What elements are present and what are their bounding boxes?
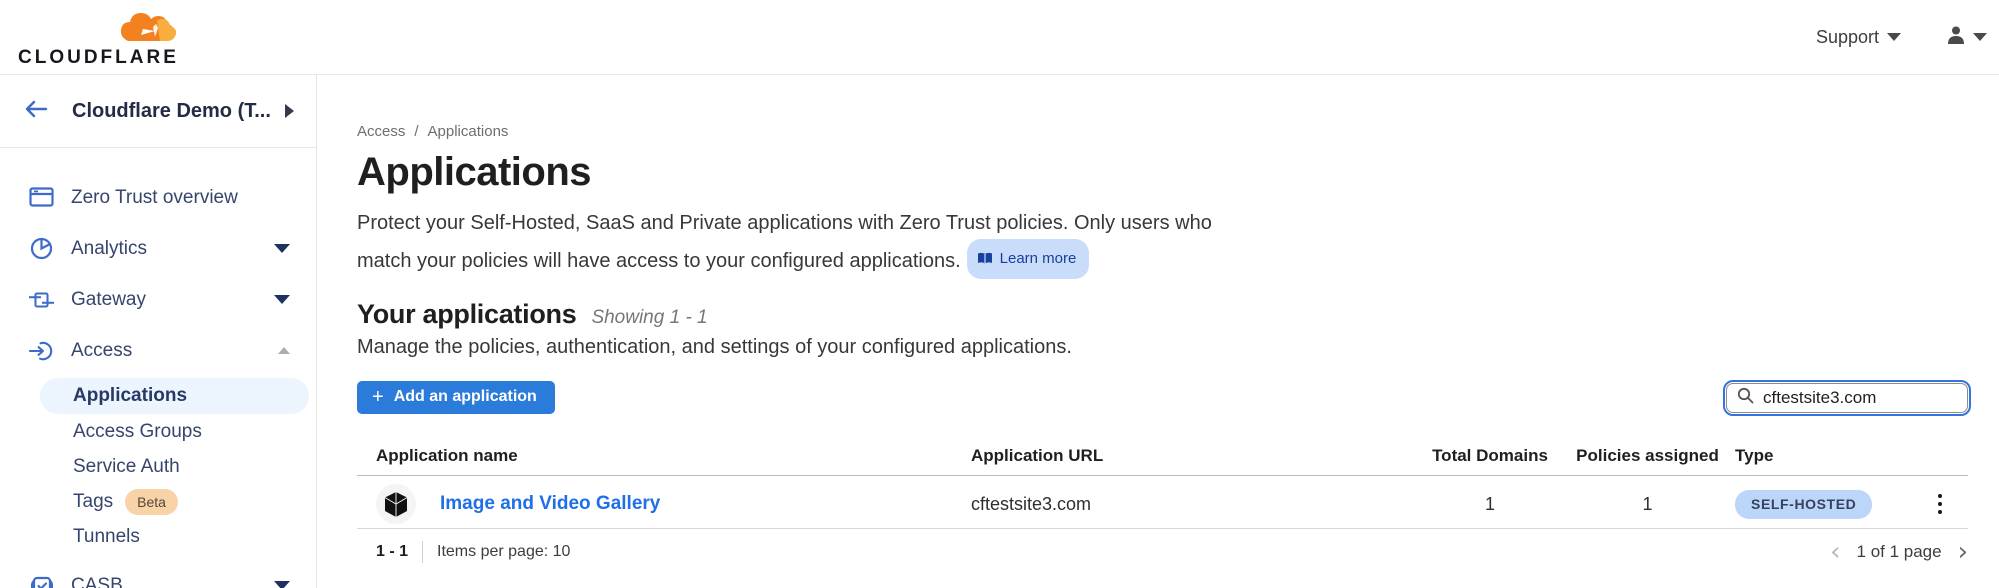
cloudflare-logo-text: CLOUDFLARE <box>18 49 179 67</box>
sidebar-item-label: Zero Trust overview <box>71 187 238 209</box>
sidebar-item-applications[interactable]: Applications <box>40 378 309 414</box>
access-subnav: Applications Access Groups Service Auth … <box>0 376 316 560</box>
type-badge: SELF-HOSTED <box>1735 490 1872 519</box>
sidebar-item-access[interactable]: Access <box>0 325 316 376</box>
column-header-policies-assigned: Policies assigned <box>1560 446 1735 466</box>
table-header-row: Application name Application URL Total D… <box>357 440 1968 476</box>
table-footer: 1 - 1 Items per page: 10 ‹ 1 of 1 page › <box>357 541 1968 563</box>
overview-window-icon <box>29 187 54 209</box>
account-name: Cloudflare Demo (T... <box>72 100 271 123</box>
subnav-item-label: Service Auth <box>73 456 180 478</box>
row-actions-kebab-icon[interactable] <box>1934 490 1946 518</box>
sidebar-item-zero-trust-overview[interactable]: Zero Trust overview <box>0 172 316 223</box>
column-header-total-domains: Total Domains <box>1420 446 1560 466</box>
chevron-down-icon <box>274 244 290 253</box>
search-icon <box>1737 387 1754 409</box>
sidebar-item-access-groups[interactable]: Access Groups <box>0 414 316 449</box>
section-head: Your applications Showing 1 - 1 <box>357 299 1968 330</box>
sidebar-nav: Zero Trust overview Analytics <box>0 148 316 588</box>
column-header-type: Type <box>1735 446 1900 466</box>
sidebar-item-service-auth[interactable]: Service Auth <box>0 449 316 484</box>
account-switcher[interactable]: Cloudflare Demo (T... <box>0 75 316 148</box>
sidebar-item-tunnels[interactable]: Tunnels <box>0 519 316 554</box>
items-per-page: Items per page: 10 <box>437 543 570 561</box>
user-icon <box>1945 24 1967 51</box>
main-content: Access / Applications Applications Prote… <box>317 75 1999 588</box>
subnav-item-label: Access Groups <box>73 421 202 443</box>
support-menu[interactable]: Support <box>1816 27 1901 48</box>
subnav-item-label: Tunnels <box>73 526 140 548</box>
next-page-chevron-icon[interactable]: › <box>1958 542 1968 562</box>
applications-table: Application name Application URL Total D… <box>357 440 1968 529</box>
sidebar-item-label: Analytics <box>71 238 147 260</box>
analytics-pie-icon <box>29 238 54 260</box>
chevron-down-icon <box>274 295 290 304</box>
sidebar-item-label: Access <box>71 340 132 362</box>
application-url-cell: cftestsite3.com <box>971 494 1420 515</box>
application-cube-icon <box>376 484 416 524</box>
subnav-item-label: Tags <box>73 491 113 513</box>
column-header-application-name: Application name <box>376 446 971 466</box>
search-box[interactable] <box>1726 383 1968 413</box>
add-application-button[interactable]: + Add an application <box>357 381 555 414</box>
chevron-down-icon <box>1973 33 1987 41</box>
sidebar-item-analytics[interactable]: Analytics <box>0 223 316 274</box>
chevron-down-icon <box>274 581 290 588</box>
table-row: Image and Video Gallery cftestsite3.com … <box>357 476 1968 529</box>
sidebar-item-gateway[interactable]: Gateway <box>0 274 316 325</box>
type-cell: SELF-HOSTED <box>1735 490 1900 519</box>
top-bar-right: Support <box>1816 24 1989 51</box>
sidebar-item-casb[interactable]: CASB <box>0 560 316 588</box>
column-header-application-url: Application URL <box>971 446 1420 466</box>
divider <box>422 541 423 563</box>
book-icon <box>977 252 993 265</box>
support-label: Support <box>1816 27 1879 48</box>
application-name-cell: Image and Video Gallery <box>376 484 971 524</box>
top-bar: CLOUDFLARE Support <box>0 0 1999 75</box>
actions-row: + Add an application <box>357 381 1968 414</box>
breadcrumb-applications[interactable]: Applications <box>428 123 509 140</box>
application-name-link[interactable]: Image and Video Gallery <box>440 493 660 515</box>
page-intro: Protect your Self-Hosted, SaaS and Priva… <box>357 208 1227 279</box>
back-arrow-icon[interactable] <box>24 99 48 124</box>
section-title: Your applications <box>357 299 576 330</box>
sidebar-item-tags[interactable]: Tags Beta <box>0 484 316 519</box>
breadcrumb: Access / Applications <box>357 123 1968 140</box>
breadcrumb-separator: / <box>414 123 418 140</box>
page-title: Applications <box>357 150 1968 195</box>
sidebar: Cloudflare Demo (T... Zero Trust overvie… <box>0 75 317 588</box>
section-subtext: Manage the policies, authentication, and… <box>357 336 1968 359</box>
chevron-down-icon <box>1887 33 1901 41</box>
expand-right-icon[interactable] <box>285 104 294 118</box>
user-menu[interactable] <box>1945 24 1987 51</box>
policies-assigned-cell: 1 <box>1560 494 1735 515</box>
page-status: 1 of 1 page <box>1857 542 1942 562</box>
subnav-item-label: Applications <box>73 385 187 407</box>
cloudflare-logo[interactable]: CLOUDFLARE <box>18 11 179 67</box>
gateway-icon <box>29 289 54 311</box>
learn-more-label: Learn more <box>1000 243 1077 274</box>
search-input[interactable] <box>1763 388 1957 408</box>
learn-more-badge[interactable]: Learn more <box>967 239 1090 279</box>
total-domains-cell: 1 <box>1420 494 1560 515</box>
access-login-icon <box>29 340 54 362</box>
item-range: 1 - 1 <box>376 543 408 561</box>
cloudflare-dashboard: CLOUDFLARE Support <box>0 0 1999 588</box>
casb-check-icon <box>29 575 54 588</box>
previous-page-chevron-icon[interactable]: ‹ <box>1830 542 1840 562</box>
plus-icon: + <box>372 389 384 405</box>
sidebar-item-label: CASB <box>71 575 123 588</box>
pagination: ‹ 1 of 1 page › <box>1830 542 1968 562</box>
sidebar-item-label: Gateway <box>71 289 146 311</box>
cloudflare-cloud-icon <box>113 11 179 49</box>
breadcrumb-access[interactable]: Access <box>357 123 405 140</box>
add-application-label: Add an application <box>394 388 537 406</box>
footer-left: 1 - 1 Items per page: 10 <box>376 541 570 563</box>
showing-count: Showing 1 - 1 <box>591 307 707 329</box>
beta-badge: Beta <box>125 489 178 515</box>
chevron-up-icon <box>278 347 290 354</box>
